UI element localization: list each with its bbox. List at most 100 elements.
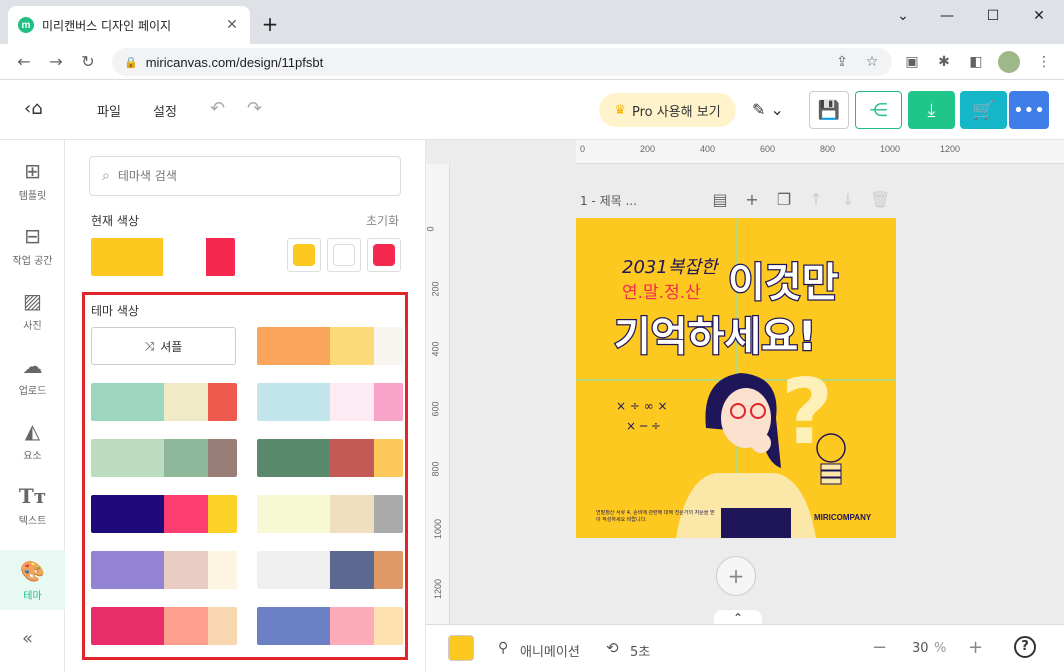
print-cart-button[interactable]: 🛒 [960, 91, 1007, 129]
theme-palette[interactable] [91, 607, 237, 645]
rail-item-upload[interactable]: ☁ 업로드 [0, 345, 65, 405]
media-icon[interactable]: ▣ [902, 52, 922, 72]
tab-search-icon[interactable]: ⌄ [880, 4, 926, 28]
zoom-unit: % [934, 641, 947, 656]
close-icon[interactable]: ✕ [224, 17, 240, 33]
bookmark-star-icon[interactable]: ☆ [862, 52, 882, 72]
ruler-tick-label: 1200 [940, 144, 961, 154]
headline-line2: 연.말.정.산 [622, 283, 701, 303]
ruler-tick-label: 1000 [880, 144, 901, 154]
extensions-icon[interactable]: ✱ [934, 52, 954, 72]
minimize-button[interactable]: — [924, 4, 970, 28]
zoom-value[interactable]: 30 [912, 641, 929, 656]
theme-palette[interactable] [257, 327, 403, 365]
theme-palette[interactable] [91, 495, 237, 533]
workspace-icon: ⊟ [24, 223, 41, 248]
delete-page-icon[interactable]: 🗑 [870, 190, 890, 209]
save-button[interactable]: 💾 [809, 91, 849, 129]
rail-label: 작업 공간 [12, 255, 53, 267]
address-bar[interactable]: 🔒 miricanvas.com/design/11pfsbt [112, 48, 892, 76]
zoom-in-button[interactable]: + [968, 637, 983, 658]
ruler-left: 0 200 400 600 800 1000 1200 [426, 164, 450, 624]
animation-button[interactable]: 애니메이션 [520, 641, 580, 660]
current-color-chip[interactable] [448, 635, 474, 661]
rail-label: 사진 [23, 320, 42, 332]
page-title[interactable]: 1 - 제목 ... [580, 192, 637, 209]
palette-swatch [257, 607, 330, 645]
duplicate-page-icon[interactable]: ❐ [774, 190, 794, 209]
reset-button[interactable]: 초기화 [366, 212, 399, 229]
rail-item-template[interactable]: ⊞ 템플릿 [0, 150, 65, 210]
current-color-square[interactable] [287, 238, 321, 272]
settings-menu[interactable]: 설정 [153, 101, 177, 120]
rail-item-text[interactable]: Tт 텍스트 [0, 475, 65, 535]
rail-item-photo[interactable]: ▨ 사진 [0, 280, 65, 340]
more-button[interactable]: ••• [1009, 91, 1049, 129]
palette-swatch [164, 607, 208, 645]
palette-swatch [373, 383, 403, 421]
palette-swatch [330, 551, 374, 589]
pen-icon[interactable]: ✎ ⌄ [752, 100, 784, 119]
file-menu[interactable]: 파일 [97, 101, 121, 120]
search-box[interactable]: ⌕ [89, 156, 401, 196]
menu-kebab-icon[interactable]: ⋮ [1034, 52, 1054, 72]
move-up-icon[interactable]: ↑ [806, 190, 826, 209]
add-page-button[interactable]: + [716, 556, 756, 596]
side-panel-icon[interactable]: ◧ [966, 52, 986, 72]
download-button[interactable]: ⤓ [908, 91, 955, 129]
browser-toolbar: ← → ↻ 🔒 miricanvas.com/design/11pfsbt ⇪ … [0, 44, 1064, 80]
theme-palette[interactable] [257, 439, 403, 477]
headline-line4: 기억하세요! [614, 314, 816, 360]
zoom-out-button[interactable]: − [872, 637, 887, 658]
theme-palette[interactable] [257, 383, 403, 421]
bottom-bar: ⚲ 애니메이션 ⟲ 5초 − 30 % + ? [426, 624, 1064, 672]
ruler-tick-label: 200 [640, 144, 656, 154]
elements-icon: ◭ [24, 418, 41, 443]
page-note-icon[interactable]: ▤ [710, 190, 730, 209]
headline-line3: 이것만 [728, 260, 839, 306]
window-close-button[interactable]: ✕ [1016, 4, 1062, 28]
browser-tab-strip: m 미리캔버스 디자인 페이지 ✕ + ⌄ — ☐ ✕ [0, 0, 1064, 44]
current-color-square[interactable] [367, 238, 401, 272]
pro-trial-button[interactable]: ♛ Pro 사용해 보기 [599, 93, 736, 127]
search-input[interactable] [117, 169, 368, 183]
theme-palette[interactable] [257, 495, 403, 533]
theme-palette[interactable] [257, 607, 403, 645]
redo-icon[interactable]: ↷ [247, 98, 262, 119]
current-color-square[interactable] [327, 238, 361, 272]
headline-line1: 2031복잡한 [622, 257, 720, 278]
palette-swatch [207, 607, 237, 645]
profile-avatar[interactable] [998, 51, 1020, 73]
shuffle-button[interactable]: ⤨ 셔플 [91, 327, 236, 365]
back-home-icon[interactable]: ‹⌂ [24, 98, 43, 119]
rail-item-workspace[interactable]: ⊟ 작업 공간 [0, 215, 65, 275]
download-icon: ⤓ [927, 99, 936, 121]
palette-swatch [91, 439, 164, 477]
theme-palette[interactable] [91, 383, 237, 421]
design-page[interactable]: ? × ÷ ∞ × × ─ ÷ 2031복잡한 연.말.정.산 이것만 기억하세… [576, 218, 896, 538]
palette-swatch [164, 383, 208, 421]
browser-tab[interactable]: m 미리캔버스 디자인 페이지 ✕ [8, 6, 250, 44]
theme-palette[interactable] [91, 551, 237, 589]
rail-item-theme[interactable]: 🎨 테마 [0, 550, 65, 610]
theme-palette[interactable] [257, 551, 403, 589]
reload-icon[interactable]: ↻ [76, 50, 100, 74]
palette-swatch [206, 238, 235, 276]
rail-item-elements[interactable]: ◭ 요소 [0, 410, 65, 470]
maximize-button[interactable]: ☐ [970, 4, 1016, 28]
new-tab-button[interactable]: + [258, 12, 282, 36]
duration-button[interactable]: 5초 [630, 641, 650, 660]
share-icon[interactable]: ⇪ [832, 52, 852, 72]
share-nodes-icon: ⋲ [869, 99, 888, 121]
forward-icon[interactable]: → [44, 50, 68, 74]
current-palette[interactable] [91, 238, 235, 276]
add-page-icon[interactable]: + [742, 190, 762, 209]
theme-panel: ⌕ 현재 색상 초기화 테마 색상 ⤨ 셔플 [65, 140, 426, 672]
share-button[interactable]: ⋲ [855, 91, 902, 129]
move-down-icon[interactable]: ↓ [838, 190, 858, 209]
collapse-rail-icon[interactable]: « [22, 628, 33, 649]
undo-icon[interactable]: ↶ [210, 98, 225, 119]
theme-palette[interactable] [91, 439, 237, 477]
back-icon[interactable]: ← [12, 50, 36, 74]
help-icon[interactable]: ? [1014, 636, 1036, 658]
